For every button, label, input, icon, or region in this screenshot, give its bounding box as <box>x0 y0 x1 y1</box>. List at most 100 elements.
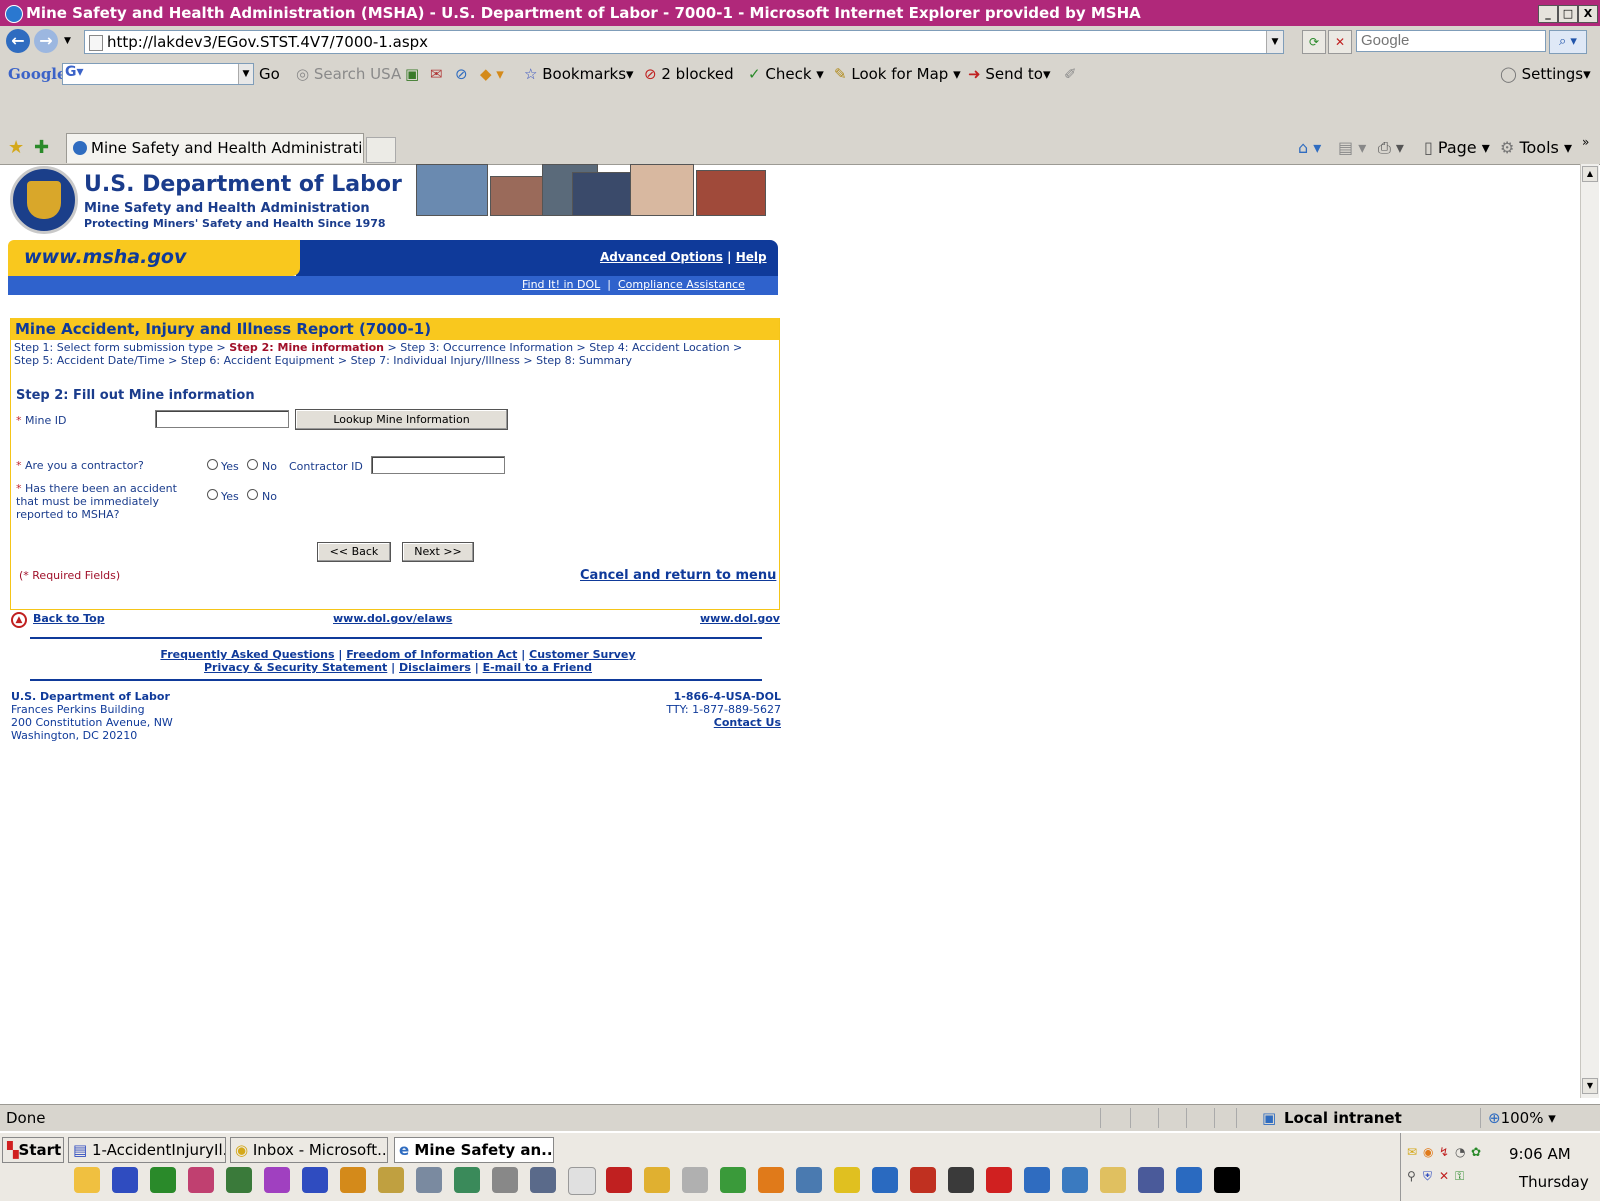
notepad-icon[interactable] <box>1062 1167 1088 1193</box>
tray-icon[interactable]: ↯ <box>1439 1145 1449 1159</box>
faq-link[interactable]: Frequently Asked Questions <box>160 648 334 661</box>
window-title-bar[interactable]: Mine Safety and Health Administration (M… <box>0 0 1600 26</box>
compliance-link[interactable]: Compliance Assistance <box>618 278 745 291</box>
stop-icon[interactable]: ✕ <box>1328 30 1352 54</box>
back-to-top-icon[interactable]: ▲ <box>11 612 27 628</box>
accident-no-radio[interactable] <box>247 489 258 500</box>
gift-icon[interactable]: ✉ <box>430 62 443 86</box>
puzzle-icon[interactable]: ◆ ▾ <box>480 62 504 86</box>
back-to-top-link[interactable]: Back to Top <box>33 612 105 625</box>
maximize-button[interactable]: □ <box>1558 5 1578 23</box>
cartoon-icon[interactable] <box>416 1167 442 1193</box>
look-for-map-menu[interactable]: ✎ Look for Map ▾ <box>834 62 961 86</box>
mine-id-input[interactable] <box>155 410 289 428</box>
accident-yes-radio[interactable] <box>207 489 218 500</box>
back-button[interactable]: << Back <box>317 542 391 562</box>
cartoon-icon[interactable] <box>720 1167 746 1193</box>
quicklaunch-icon[interactable] <box>74 1167 100 1193</box>
feeds-icon[interactable]: ▤ ▾ <box>1338 137 1366 159</box>
command-prompt-icon[interactable] <box>1214 1167 1240 1193</box>
disclaimers-link[interactable]: Disclaimers <box>399 661 471 674</box>
cartoon-icon[interactable] <box>948 1167 974 1193</box>
tray-icon[interactable]: ✕ <box>1439 1169 1449 1183</box>
news-icon[interactable]: ▣ <box>405 62 419 86</box>
tray-mail-icon[interactable]: ✉ <box>1407 1145 1417 1159</box>
lookup-mine-button[interactable]: Lookup Mine Information <box>295 409 508 430</box>
favorites-star-icon[interactable]: ★ <box>8 137 24 158</box>
privacy-link[interactable]: Privacy & Security Statement <box>204 661 387 674</box>
contact-us-link[interactable]: Contact Us <box>714 716 781 729</box>
minimize-button[interactable]: _ <box>1538 5 1558 23</box>
settings-menu[interactable]: ◯ Settings▾ <box>1500 62 1591 86</box>
contractor-id-input[interactable] <box>371 456 505 474</box>
taskbar-item-word[interactable]: ▤ 1-AccidentInjuryIl... <box>68 1137 226 1163</box>
taskbar-item-outlook[interactable]: ◉ Inbox - Microsoft... <box>230 1137 388 1163</box>
search-icon[interactable]: ⌕ ▾ <box>1549 30 1587 54</box>
elaws-link[interactable]: www.dol.gov/elaws <box>333 612 452 625</box>
tray-icon[interactable]: ✿ <box>1471 1145 1481 1159</box>
acrobat-icon[interactable] <box>986 1167 1012 1193</box>
tools-menu[interactable]: ⚙ Tools ▾ <box>1500 137 1572 159</box>
home-icon[interactable]: ⌂ ▾ <box>1298 137 1321 159</box>
clock-time[interactable]: 9:06 AM <box>1509 1145 1571 1163</box>
new-tab-button[interactable] <box>366 137 396 163</box>
cartoon-icon[interactable] <box>568 1167 596 1195</box>
chevron-right-icon[interactable]: » <box>1582 131 1589 153</box>
cartoon-icon[interactable] <box>644 1167 670 1193</box>
cartoon-icon[interactable] <box>530 1167 556 1193</box>
page-menu[interactable]: ▯ Page ▾ <box>1424 137 1490 159</box>
google-dropdown-icon[interactable]: ▼ <box>238 64 253 84</box>
tray-icon[interactable]: ⚲ <box>1407 1169 1416 1183</box>
paint-icon[interactable] <box>264 1167 290 1193</box>
cartoon-icon[interactable] <box>492 1167 518 1193</box>
contractor-yes-radio[interactable] <box>207 459 218 470</box>
moneybag-icon[interactable] <box>378 1167 404 1193</box>
back-nav-button[interactable]: ← <box>6 29 30 53</box>
cartoon-icon[interactable] <box>302 1167 328 1193</box>
search-folder-icon[interactable] <box>796 1167 822 1193</box>
address-dropdown-icon[interactable]: ▼ <box>1266 31 1283 53</box>
bookmarks-menu[interactable]: ☆ Bookmarks▾ <box>524 62 634 86</box>
shortcut-icon[interactable] <box>834 1167 860 1193</box>
refresh-icon[interactable]: ⟳ <box>1302 30 1326 54</box>
add-favorites-icon[interactable]: ✚ <box>34 137 49 158</box>
excel-icon[interactable] <box>150 1167 176 1193</box>
history-dropdown-icon[interactable]: ▼ <box>64 36 71 46</box>
tab-msha[interactable]: Mine Safety and Health Administration ..… <box>66 133 364 163</box>
find-it-link[interactable]: Find It! in DOL <box>522 278 600 291</box>
survey-link[interactable]: Customer Survey <box>529 648 635 661</box>
email-friend-link[interactable]: E-mail to a Friend <box>483 661 592 674</box>
forward-nav-button[interactable]: → <box>34 29 58 53</box>
close-button[interactable]: X <box>1578 5 1598 23</box>
advanced-options-link[interactable]: Advanced Options <box>600 250 723 264</box>
tray-icon[interactable]: ◉ <box>1423 1145 1433 1159</box>
search-icon-quick[interactable] <box>1100 1167 1126 1193</box>
scroll-up-icon[interactable]: ▲ <box>1582 166 1598 182</box>
cartoon-icon[interactable] <box>454 1167 480 1193</box>
help-link[interactable]: Help <box>736 250 767 264</box>
publisher-icon[interactable] <box>226 1167 252 1193</box>
tray-icon[interactable]: ◔ <box>1455 1145 1465 1159</box>
dolgov-link[interactable]: www.dol.gov <box>700 612 780 625</box>
taskbar-item-ie[interactable]: e Mine Safety an... <box>394 1137 554 1163</box>
ie-quicklaunch-icon[interactable] <box>1024 1167 1050 1193</box>
word-icon[interactable] <box>112 1167 138 1193</box>
search-usa-button[interactable]: ◎ Search USA <box>296 62 401 86</box>
pencil-icon[interactable]: ✐ <box>1064 62 1077 86</box>
send-to-menu[interactable]: ➜ Send to▾ <box>968 62 1051 86</box>
vertical-scrollbar[interactable]: ▲ ▼ <box>1580 164 1599 1098</box>
foia-link[interactable]: Freedom of Information Act <box>346 648 517 661</box>
zoom-control[interactable]: ⊕100% ▾ <box>1488 1105 1556 1131</box>
refresh-quicklaunch-icon[interactable] <box>1176 1167 1202 1193</box>
next-button[interactable]: Next >> <box>402 542 474 562</box>
scroll-down-icon[interactable]: ▼ <box>1582 1078 1598 1094</box>
cartoon-icon[interactable] <box>340 1167 366 1193</box>
tray-icon[interactable]: ⚿ <box>1455 1169 1464 1184</box>
calculator-icon[interactable] <box>1138 1167 1164 1193</box>
powerpoint-icon[interactable] <box>188 1167 214 1193</box>
cartoon-icon[interactable] <box>606 1167 632 1193</box>
cartoon-icon[interactable] <box>682 1167 708 1193</box>
spellcheck-menu[interactable]: ✓ Check ▾ <box>748 62 824 86</box>
cartoon-icon[interactable] <box>758 1167 784 1193</box>
start-button[interactable]: ▚Start <box>2 1137 64 1163</box>
